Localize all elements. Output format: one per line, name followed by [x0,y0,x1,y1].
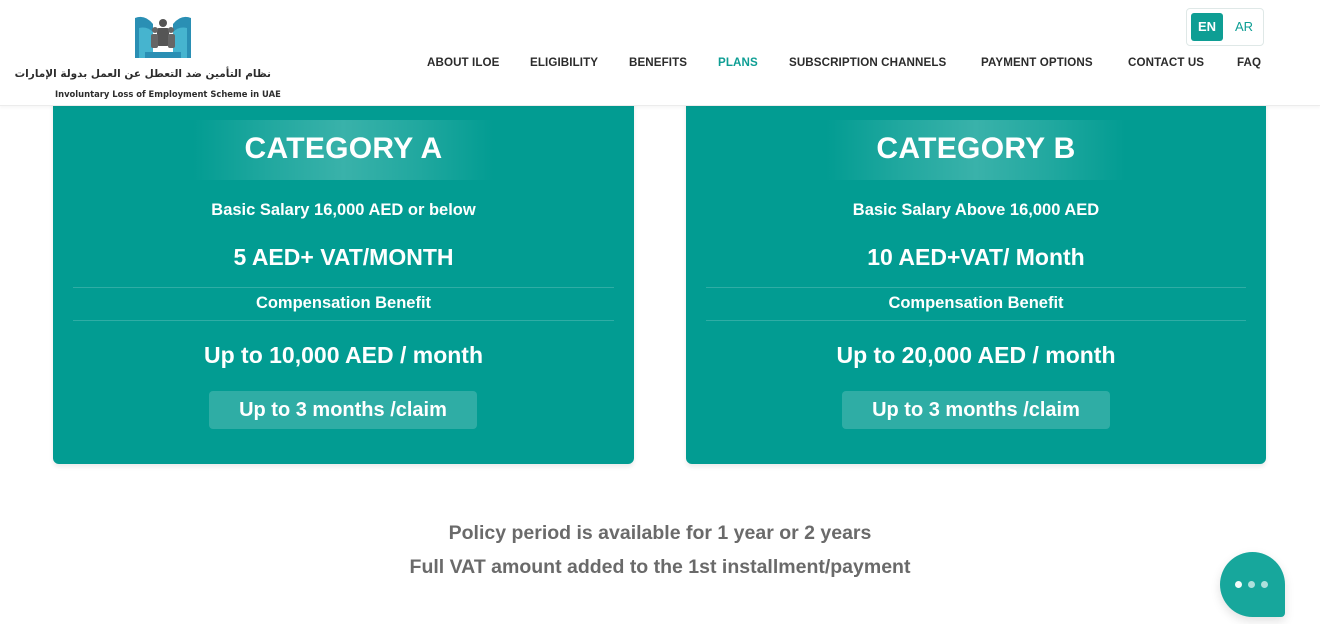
compensation-amount: Up to 20,000 AED / month [836,342,1116,368]
plan-salary: Basic Salary Above 16,000 AED [852,201,1100,219]
plan-price: 5 AED+ VAT/MONTH [233,244,454,270]
nav-about-iloe[interactable]: ABOUT ILOE [427,56,500,69]
claim-duration-badge: Up to 3 months /claim [209,391,477,429]
divider [73,320,614,321]
nav-subscription-channels[interactable]: SUBSCRIPTION CHANNELS [789,56,946,69]
logo-english-text: Involuntary Loss of Employment Scheme in… [55,89,281,99]
chat-dot [1261,581,1268,588]
plan-salary: Basic Salary 16,000 AED or below [211,201,476,219]
chat-dot [1248,581,1255,588]
nav-plans[interactable]: PLANS [718,56,758,69]
plan-title: CATEGORY A [244,132,443,165]
divider [706,287,1246,288]
claim-duration-badge: Up to 3 months /claim [842,391,1110,429]
main-nav: ABOUT ILOE ELIGIBILITY BENEFITS PLANS SU… [0,56,1320,72]
plan-price: 10 AED+VAT/ Month [867,244,1085,270]
nav-payment-options[interactable]: PAYMENT OPTIONS [981,56,1093,69]
policy-period-note: Policy period is available for 1 year or… [448,522,872,544]
compensation-label: Compensation Benefit [888,294,1064,312]
logo-emblem-icon [135,16,191,58]
divider [73,287,614,288]
plan-card-category-a: CATEGORY A Basic Salary 16,000 AED or be… [53,100,634,464]
nav-benefits[interactable]: BENEFITS [629,56,687,69]
compensation-amount: Up to 10,000 AED / month [203,342,484,368]
nav-contact-us[interactable]: CONTACT US [1128,56,1204,69]
divider [706,320,1246,321]
plan-card-category-b: CATEGORY B Basic Salary Above 16,000 AED… [686,100,1266,464]
chat-dot [1235,581,1242,588]
language-ar-button[interactable]: AR [1228,13,1260,41]
plan-title: CATEGORY B [876,132,1076,165]
language-en-button[interactable]: EN [1191,13,1223,41]
language-switcher: EN AR [1186,8,1264,46]
chat-bubble-icon[interactable] [1220,552,1285,617]
nav-eligibility[interactable]: ELIGIBILITY [530,56,598,69]
site-header: نظام التأمين ضد التعطل عن العمل بدولة ال… [0,0,1320,106]
nav-faq[interactable]: FAQ [1237,56,1261,69]
vat-note: Full VAT amount added to the 1st install… [409,556,911,578]
compensation-label: Compensation Benefit [255,294,432,312]
